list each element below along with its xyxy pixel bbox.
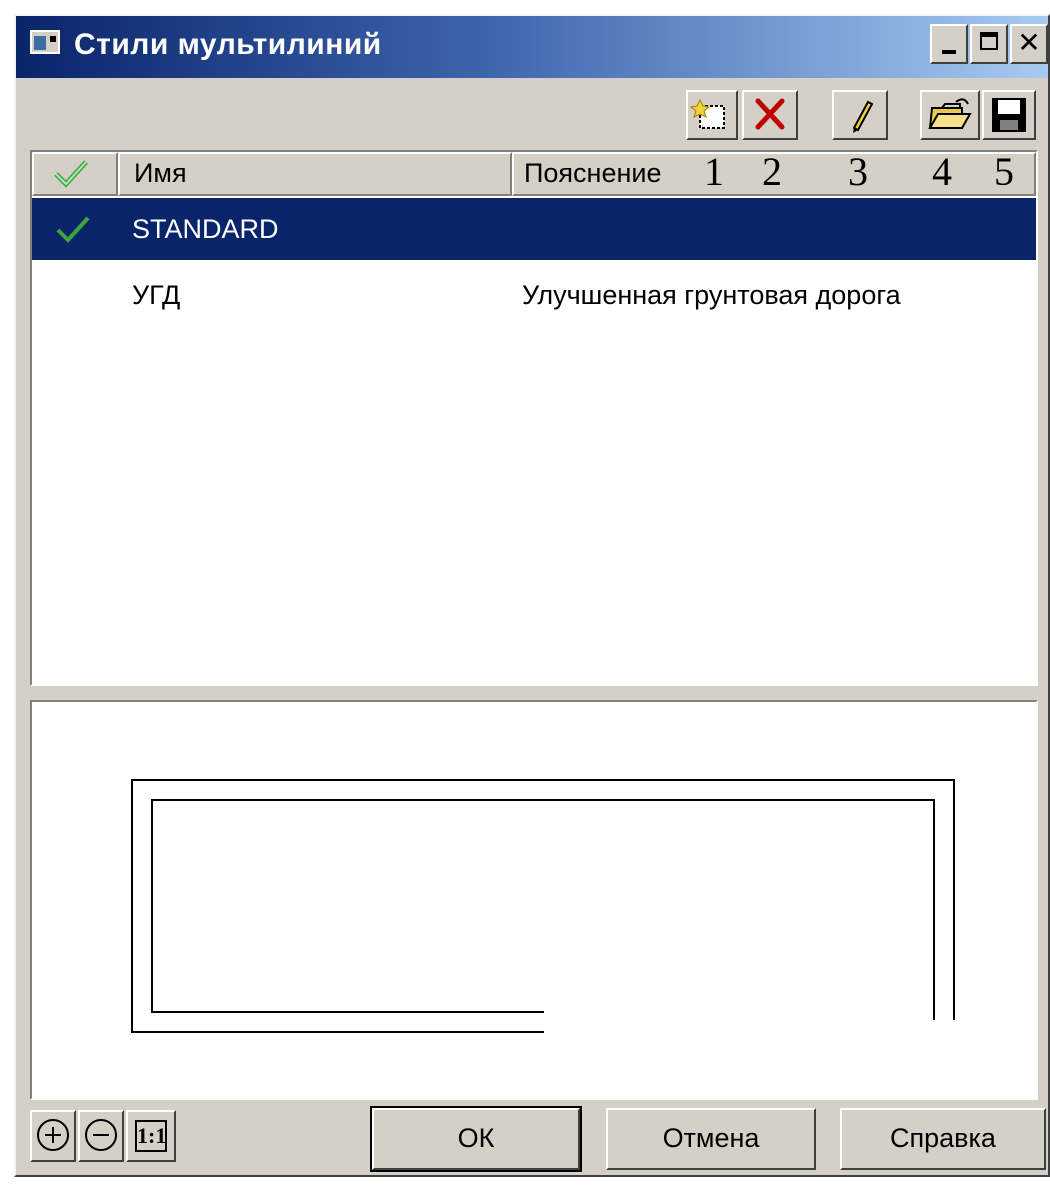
help-button[interactable]: Справка <box>840 1108 1046 1170</box>
new-style-button[interactable] <box>686 90 738 140</box>
active-check-icon <box>56 216 90 243</box>
delete-icon <box>755 98 785 130</box>
window-title: Стили мультилиний <box>74 28 382 61</box>
column-header-active[interactable] <box>32 152 118 196</box>
save-disk-icon <box>992 98 1026 132</box>
ok-button[interactable]: ОК <box>370 1106 582 1172</box>
style-description: Улучшенная грунтовая дорога <box>522 280 901 310</box>
zoom-in-button[interactable] <box>30 1110 76 1162</box>
callout-2: 2 <box>762 149 782 194</box>
callout-4: 4 <box>932 149 952 194</box>
callout-1: 1 <box>704 149 724 194</box>
maximize-button[interactable] <box>970 24 1008 64</box>
column-header-description-label: Пояснение <box>524 158 662 188</box>
checkmark-icon <box>54 160 88 188</box>
save-file-button[interactable] <box>982 90 1036 140</box>
edit-pencil-icon <box>852 100 874 133</box>
zoom-out-button[interactable] <box>78 1110 124 1162</box>
list-item[interactable]: УГД Улучшенная грунтовая дорога <box>32 264 1036 326</box>
callout-3: 3 <box>848 149 868 194</box>
delete-style-button[interactable] <box>742 90 798 140</box>
callout-5: 5 <box>994 149 1014 194</box>
multiline-styles-dialog: Стили мультилиний ✕ Имя Пояснение 1 2 3 … <box>14 14 1050 1177</box>
app-window-icon <box>30 30 60 54</box>
edit-style-button[interactable] <box>832 90 888 140</box>
list-item[interactable]: STANDARD <box>32 198 1036 260</box>
zoom-in-icon <box>37 1119 69 1151</box>
style-name: УГД <box>132 280 181 310</box>
multiline-preview-drawing <box>131 779 955 1033</box>
zoom-out-icon <box>85 1119 117 1151</box>
multiline-preview <box>30 700 1038 1100</box>
zoom-one-to-one-button[interactable]: 1:1 <box>126 1110 176 1162</box>
open-file-button[interactable] <box>920 90 980 140</box>
title-bar[interactable]: Стили мультилиний ✕ <box>16 16 1048 78</box>
styles-list[interactable]: Имя Пояснение 1 2 3 4 5 STANDARD УГД Улу… <box>30 150 1038 686</box>
new-style-icon <box>689 98 725 129</box>
open-folder-icon <box>928 98 972 129</box>
close-button[interactable]: ✕ <box>1010 24 1048 64</box>
style-name: STANDARD <box>132 214 279 244</box>
minimize-button[interactable] <box>930 24 968 64</box>
cancel-button[interactable]: Отмена <box>606 1108 816 1170</box>
column-header-name[interactable]: Имя <box>118 152 512 196</box>
zoom-one-to-one-label: 1:1 <box>135 1120 167 1152</box>
